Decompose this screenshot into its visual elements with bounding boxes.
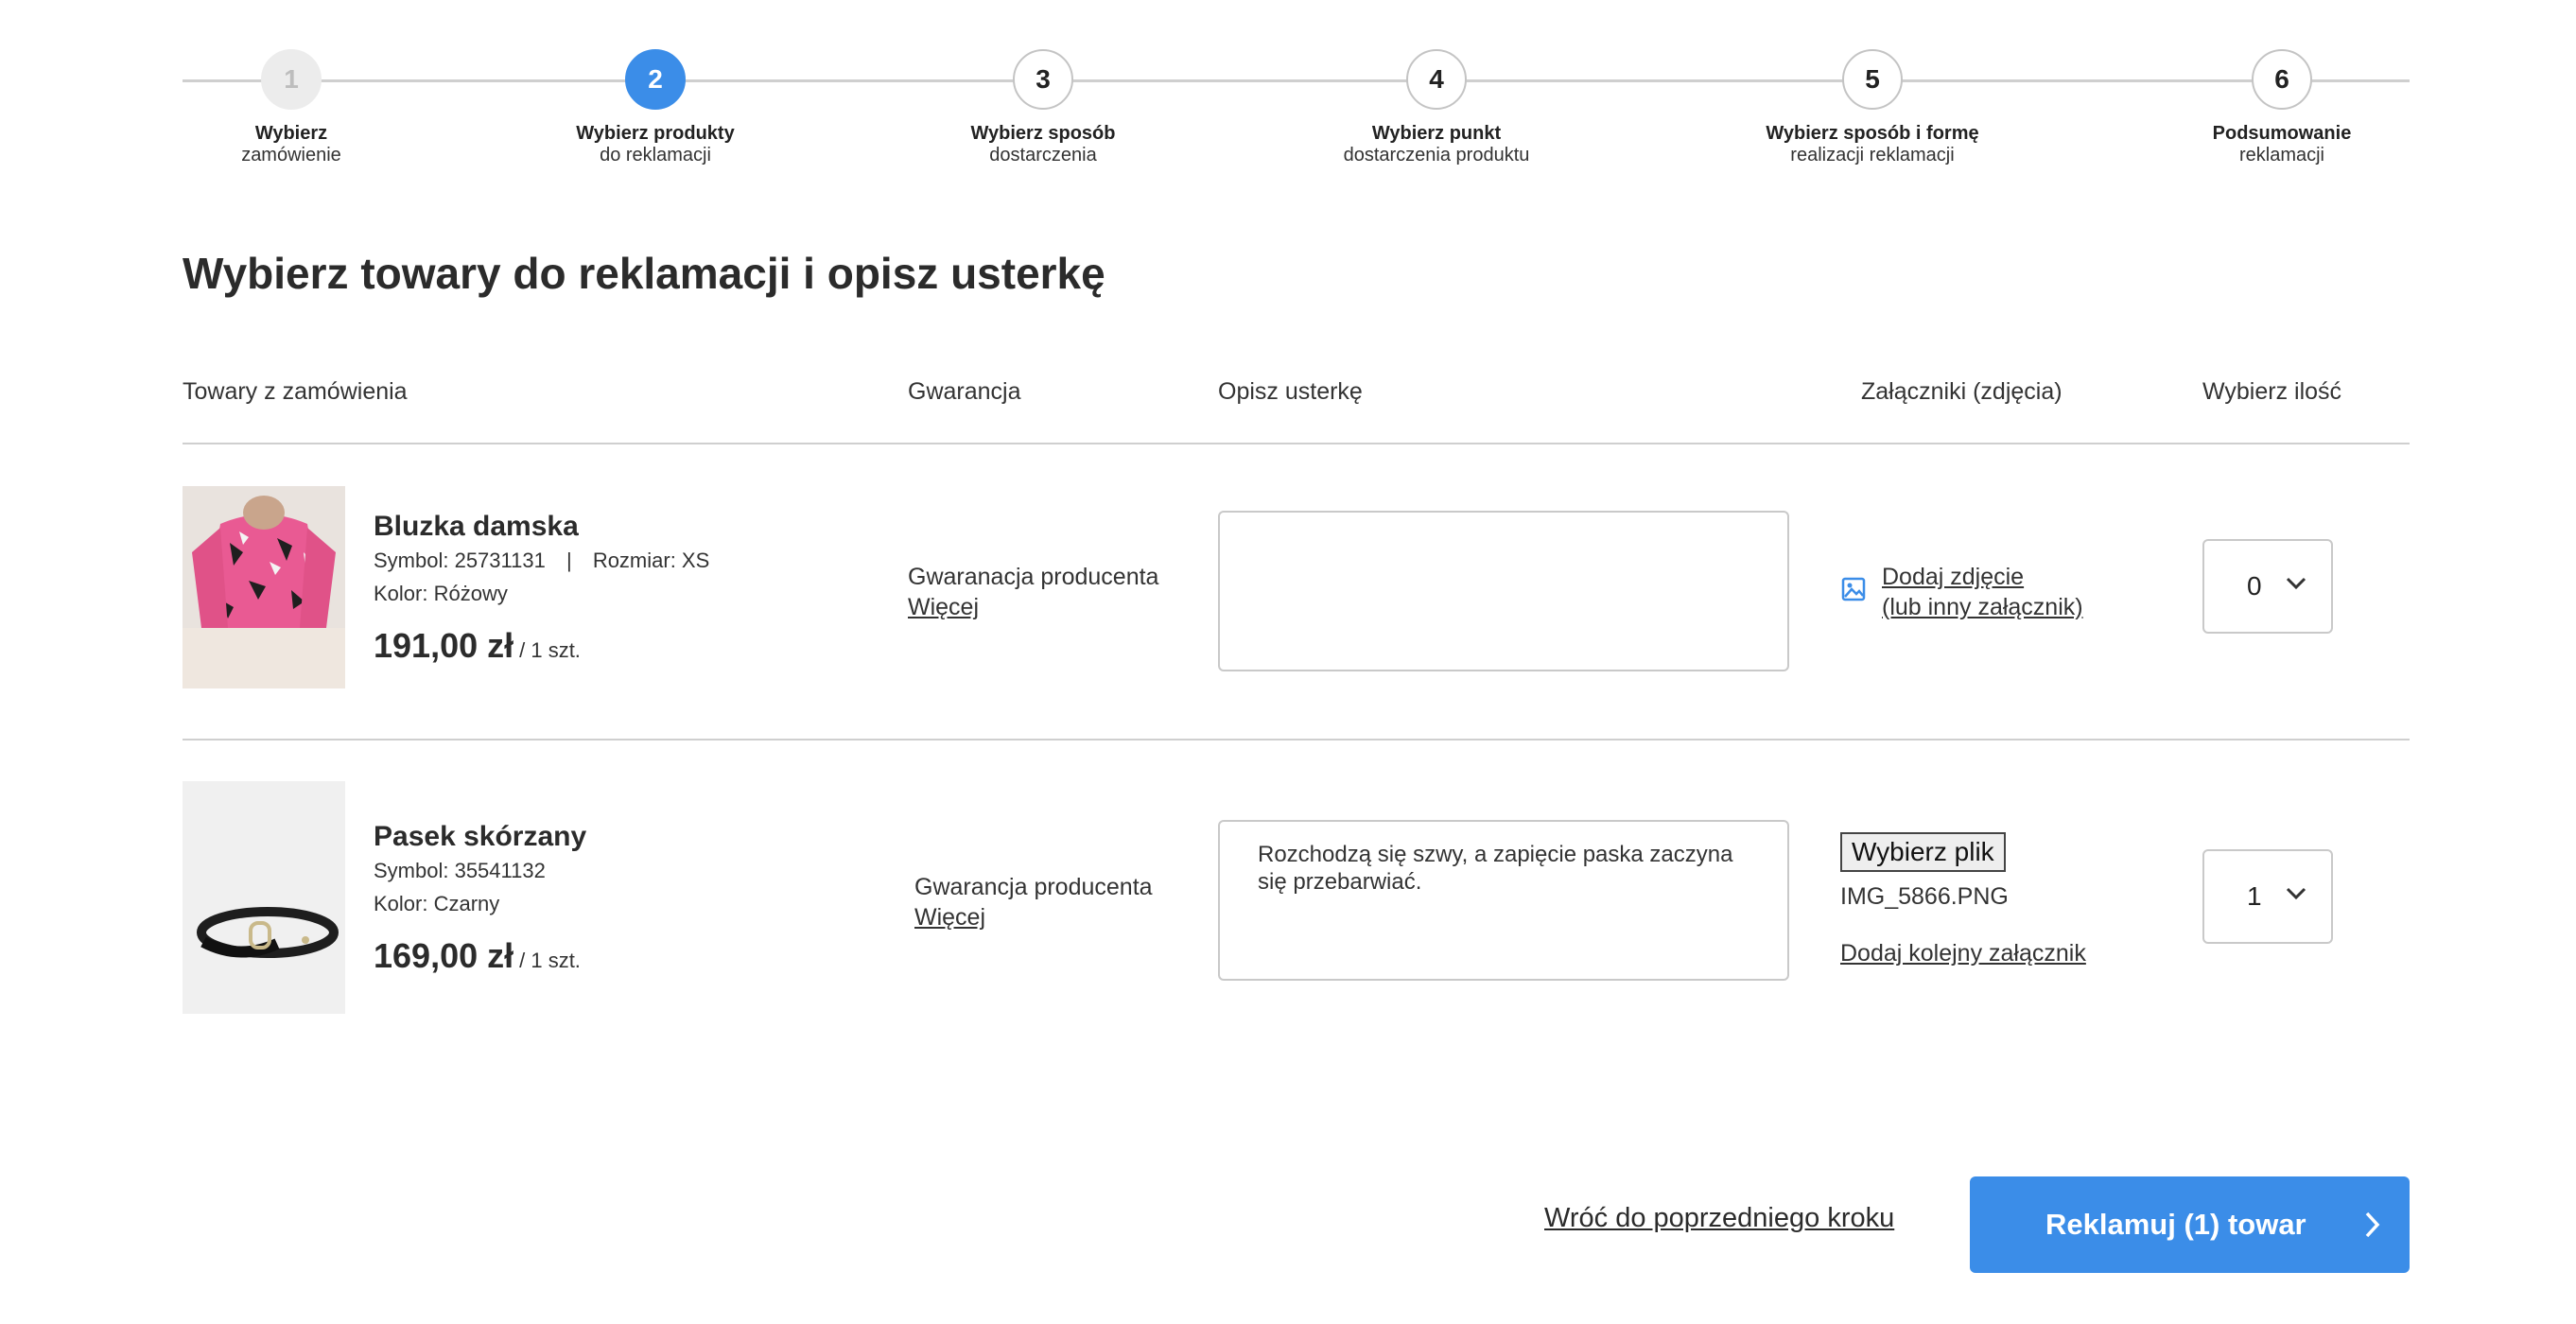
product-name: Bluzka damska <box>374 511 579 542</box>
quantity-value: 1 <box>2247 881 2262 911</box>
product-image-belt[interactable] <box>183 781 345 1014</box>
warranty-info: Gwarancja producenta Więcej <box>914 872 1153 932</box>
submit-complaint-button[interactable]: Reklamuj (1) towar <box>1970 1176 2410 1273</box>
step-2-number: 2 <box>625 49 686 110</box>
step-6-subtitle: reklamacji <box>2238 145 2325 166</box>
warranty-text: Gwaranacja producenta <box>908 564 1159 590</box>
image-icon <box>1841 577 1866 601</box>
product-color: Kolor: Czarny <box>374 892 500 915</box>
header-divider <box>183 443 2410 444</box>
step-5: 5 Wybierz sposób i formę realizacji rekl… <box>1721 49 2024 166</box>
product-symbol: Symbol: 35541132 <box>374 859 546 882</box>
add-photo-link[interactable]: Dodaj zdjęcie <box>1882 562 2083 592</box>
step-6-title: Podsumowanie <box>2212 123 2352 144</box>
add-photo-link-group: Dodaj zdjęcie (lub inny załącznik) <box>1882 562 2083 622</box>
header-warranty: Gwarancja <box>908 378 1021 405</box>
step-6: 6 Podsumowanie reklamacji <box>2131 49 2433 166</box>
defect-description-input[interactable] <box>1218 511 1789 671</box>
step-2-title: Wybierz produkty <box>576 123 735 144</box>
quantity-value: 0 <box>2247 571 2262 601</box>
step-1-number: 1 <box>261 49 322 110</box>
defect-description-input[interactable]: Rozchodzą się szwy, a zapięcie paska zac… <box>1218 820 1789 981</box>
product-price: 169,00 zł/ 1 szt. <box>374 936 581 976</box>
header-quantity: Wybierz ilość <box>2202 378 2342 405</box>
step-2-subtitle: do reklamacji <box>600 145 711 166</box>
step-3-subtitle: dostarczenia <box>989 145 1097 166</box>
belt-image-icon <box>183 781 345 1014</box>
add-another-attachment-link[interactable]: Dodaj kolejny załącznik <box>1840 940 2086 967</box>
price-value: 169,00 zł <box>374 936 514 975</box>
step-1[interactable]: 1 Wybierz zamówienie <box>140 49 443 166</box>
warranty-text: Gwarancja producenta <box>914 874 1153 900</box>
step-2: 2 Wybierz produkty do reklamacji <box>504 49 807 166</box>
back-link[interactable]: Wróć do poprzedniego kroku <box>1544 1203 1894 1234</box>
submit-label: Reklamuj (1) towar <box>2045 1208 2306 1241</box>
warranty-more-link[interactable]: Więcej <box>914 902 1153 932</box>
quantity-select[interactable]: 0 <box>2202 539 2333 634</box>
step-6-number: 6 <box>2252 49 2312 110</box>
attached-file-name: IMG_5866.PNG <box>1840 883 2009 910</box>
page-title: Wybierz towary do reklamacji i opisz ust… <box>183 249 1105 298</box>
step-4-number: 4 <box>1406 49 1467 110</box>
price-unit: / 1 szt. <box>519 638 581 662</box>
header-products: Towary z zamówienia <box>183 378 408 405</box>
step-4-subtitle: dostarczenia produktu <box>1343 145 1530 166</box>
price-value: 191,00 zł <box>374 626 514 665</box>
product-size: Rozmiar: XS <box>592 549 710 572</box>
step-3: 3 Wybierz sposób dostarczenia <box>892 49 1194 166</box>
warranty-info: Gwaranacja producenta Więcej <box>908 562 1158 622</box>
product-symbol-size: Symbol: 25731131 | Rozmiar: XS <box>374 549 709 573</box>
product-image-blouse[interactable] <box>183 486 345 688</box>
progress-stepper: 1 Wybierz zamówienie 2 Wybierz produkty … <box>183 49 2410 172</box>
add-another-attachment-group: Dodaj kolejny załącznik <box>1840 938 2086 968</box>
header-attachments: Załączniki (zdjęcia) <box>1861 378 2063 405</box>
row-divider <box>183 739 2410 740</box>
meta-separator: | <box>566 549 572 572</box>
price-unit: / 1 szt. <box>519 949 581 972</box>
product-color: Kolor: Różowy <box>374 582 508 605</box>
step-5-title: Wybierz sposób i formę <box>1766 123 1979 144</box>
step-4-title: Wybierz punkt <box>1371 123 1502 144</box>
step-5-subtitle: realizacji reklamacji <box>1790 145 1955 166</box>
header-description: Opisz usterkę <box>1218 378 1363 405</box>
blouse-image-icon <box>183 486 345 688</box>
add-attachment-link[interactable]: (lub inny załącznik) <box>1882 592 2083 622</box>
chevron-right-icon <box>2365 1211 2380 1238</box>
product-price: 191,00 zł/ 1 szt. <box>374 626 581 666</box>
step-1-subtitle: zamówienie <box>241 145 341 166</box>
step-4: 4 Wybierz punkt dostarczenia produktu <box>1285 49 1588 166</box>
product-symbol: Symbol: 25731131 <box>374 549 546 572</box>
warranty-more-link[interactable]: Więcej <box>908 592 1158 622</box>
step-1-title: Wybierz <box>254 123 328 144</box>
step-3-title: Wybierz sposób <box>970 123 1116 144</box>
product-name: Pasek skórzany <box>374 821 587 852</box>
quantity-select[interactable]: 1 <box>2202 849 2333 944</box>
choose-file-button[interactable]: Wybierz plik <box>1840 832 2006 872</box>
chevron-down-icon <box>2286 887 2306 900</box>
chevron-down-icon <box>2286 577 2306 590</box>
step-5-number: 5 <box>1842 49 1903 110</box>
step-3-number: 3 <box>1013 49 1073 110</box>
